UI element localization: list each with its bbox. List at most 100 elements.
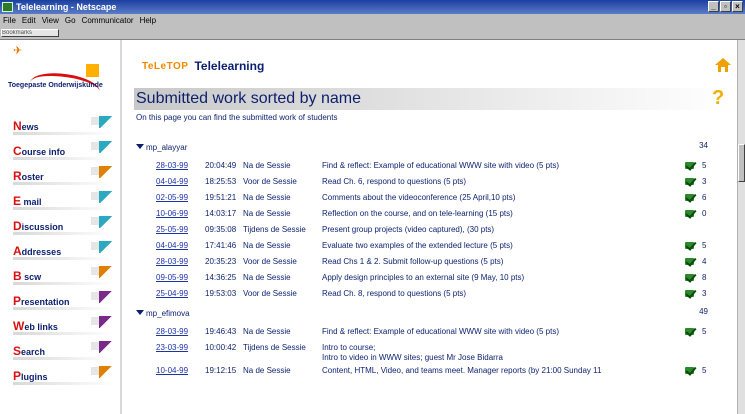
nav-item[interactable]: Course info [13,139,115,162]
minimize-button[interactable]: _ [708,1,719,12]
menu-communicator[interactable]: Communicator [82,16,134,25]
main-content: TeLeTOP Telelearning Submitted work sort… [124,40,745,414]
brand: TeLeTOP Telelearning [142,59,264,73]
menu-help[interactable]: Help [140,16,156,25]
nav-label[interactable]: Discussion [13,219,63,237]
graded-check-icon [685,209,697,219]
submission-task: Apply design principles to an external s… [322,273,524,283]
submission-task: Present group projects (video captured),… [322,225,494,235]
nav-label[interactable]: Presentation [13,294,70,312]
nav-flag-icon [99,266,113,278]
submission-time: 10:00:42 [205,343,237,352]
submission-row: 09-05-99 14:36:25 Na de Sessie Apply design… [136,271,726,287]
student-total-score: 34 [699,141,708,150]
submission-phase: Voor de Sessie [243,257,297,266]
submission-phase: Na de Sessie [243,161,291,170]
nav-item[interactable]: Roster [13,164,115,187]
maximize-button[interactable]: ▫ [720,1,731,12]
submission-task: Content, HTML, Video, and teams meet. Ma… [322,366,601,376]
nav-label[interactable]: Addresses [13,244,61,262]
graded-check-icon [685,289,697,299]
netscape-app-icon [2,2,13,12]
nav-square-icon [91,192,99,200]
toolbar-grip[interactable]: Bookmarks [1,29,59,37]
logo-text: Toegepaste Onderwijskunde [8,82,103,89]
logo-left-word: Toegepaste [8,82,47,89]
nav-label[interactable]: Search [13,344,45,362]
submission-phase: Na de Sessie [243,327,291,336]
home-icon[interactable] [715,58,731,72]
expand-triangle-icon[interactable] [136,310,144,315]
nav-flag-icon [99,366,113,378]
nav-label-initial: W [13,319,25,333]
nav-square-icon [91,117,99,125]
nav-item[interactable]: B scw [13,264,115,287]
nav-item[interactable]: Plugins [13,364,115,387]
nav-label-initial: B [13,269,22,283]
submission-date-link[interactable]: 04-04-99 [156,177,188,186]
page-intro: On this page you can find the submitted … [136,113,338,122]
menu-go[interactable]: Go [65,16,76,25]
submission-date-link[interactable]: 09-05-99 [156,273,188,282]
nav-flag-icon [99,116,113,128]
menu-edit[interactable]: Edit [22,16,36,25]
nav-item[interactable]: Presentation [13,289,115,312]
nav-item[interactable]: Web links [13,314,115,337]
nav-label-rest: ews [21,122,39,132]
nav-label[interactable]: News [13,119,39,137]
submission-date-link[interactable]: 02-05-99 [156,193,188,202]
submission-date-link[interactable]: 23-03-99 [156,343,188,352]
close-button[interactable]: × [732,1,743,12]
nav-flag-icon [99,191,113,203]
nav-item[interactable]: Search [13,339,115,362]
window-controls: _ ▫ × [708,1,743,12]
menu-file[interactable]: File [3,16,16,25]
nav-label[interactable]: Course info [13,144,65,162]
submission-date-link[interactable]: 28-03-99 [156,161,188,170]
nav-square-icon [91,267,99,275]
expand-triangle-icon[interactable] [136,144,144,149]
nav-flag-icon [99,166,113,178]
submission-row: 28-03-99 20:04:49 Na de Sessie Find & refle… [136,159,726,175]
help-question-icon[interactable]: ? [712,88,726,110]
submission-date-link[interactable]: 28-03-99 [156,327,188,336]
nav-item[interactable]: E mail [13,189,115,212]
nav-label[interactable]: Plugins [13,369,48,387]
submission-date-link[interactable]: 25-05-99 [156,225,188,234]
submission-date-link[interactable]: 28-03-99 [156,257,188,266]
submission-time: 09:35:08 [205,225,237,234]
submission-date-link[interactable]: 10-06-99 [156,209,188,218]
nav-label-initial: E [13,194,22,208]
vertical-scrollbar[interactable] [737,40,745,414]
nav-item[interactable]: Addresses [13,239,115,262]
scrollbar-thumb[interactable] [738,144,745,182]
submission-date-link[interactable]: 10-04-99 [156,366,188,375]
nav-label[interactable]: E mail [13,194,42,212]
submission-time: 19:12:15 [205,366,237,375]
group-header[interactable]: mp_efimova 49 [136,307,726,321]
nav-label[interactable]: Web links [13,319,58,337]
submission-task-line: Find & reflect: Example of educational W… [322,327,559,336]
submission-score: 5 [702,366,707,375]
submission-phase: Tijdens de Sessie [243,343,306,352]
nav-label-rest: resentation [21,297,70,307]
submission-score: 3 [702,289,707,298]
submission-date-link[interactable]: 25-04-99 [156,289,188,298]
graded-check-icon [685,161,697,171]
student-name: mp_alayyar [146,143,188,152]
nav-square-icon [91,242,99,250]
nav-item[interactable]: Discussion [13,214,115,237]
group-header[interactable]: mp_alayyar 34 [136,141,726,155]
nav-label-rest: lugins [21,372,48,382]
submission-time: 14:36:25 [205,273,237,282]
graded-check-icon [685,193,697,203]
menu-view[interactable]: View [42,16,59,25]
submission-date-link[interactable]: 04-04-99 [156,241,188,250]
window-titlebar: Telelearning - Netscape _ ▫ × [0,0,745,14]
nav-item[interactable]: News [13,114,115,137]
submission-phase: Tijdens de Sessie [243,225,306,234]
submission-row: 25-04-99 19:53:03 Voor de Sessie Read Ch. 8… [136,287,726,303]
nav-label[interactable]: Roster [13,169,44,187]
teletop-logo: TeLeTOP [142,60,189,72]
nav-label[interactable]: B scw [13,269,41,287]
